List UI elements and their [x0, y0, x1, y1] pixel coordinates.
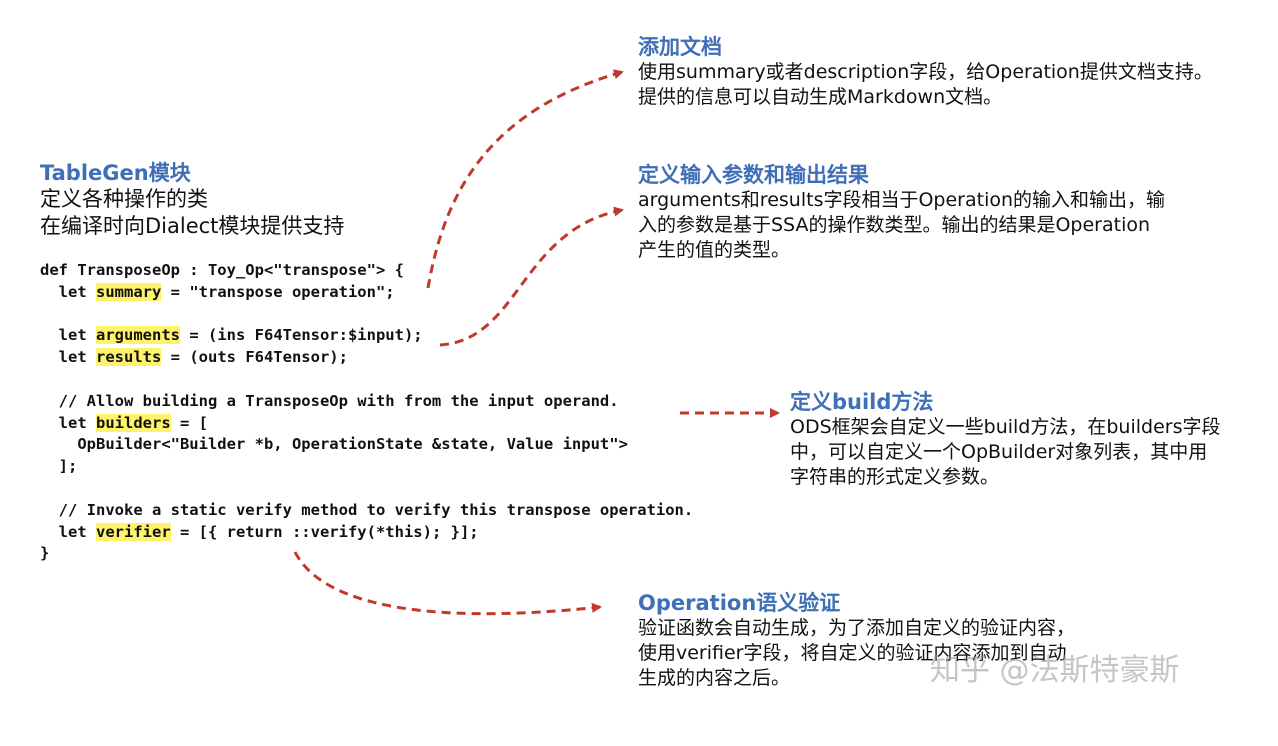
arrow-summary-to-doc — [426, 69, 624, 289]
connector-arrows — [293, 69, 780, 616]
arrow-verifier-to-verify — [293, 551, 602, 616]
arrow-arguments-to-args — [439, 206, 624, 347]
